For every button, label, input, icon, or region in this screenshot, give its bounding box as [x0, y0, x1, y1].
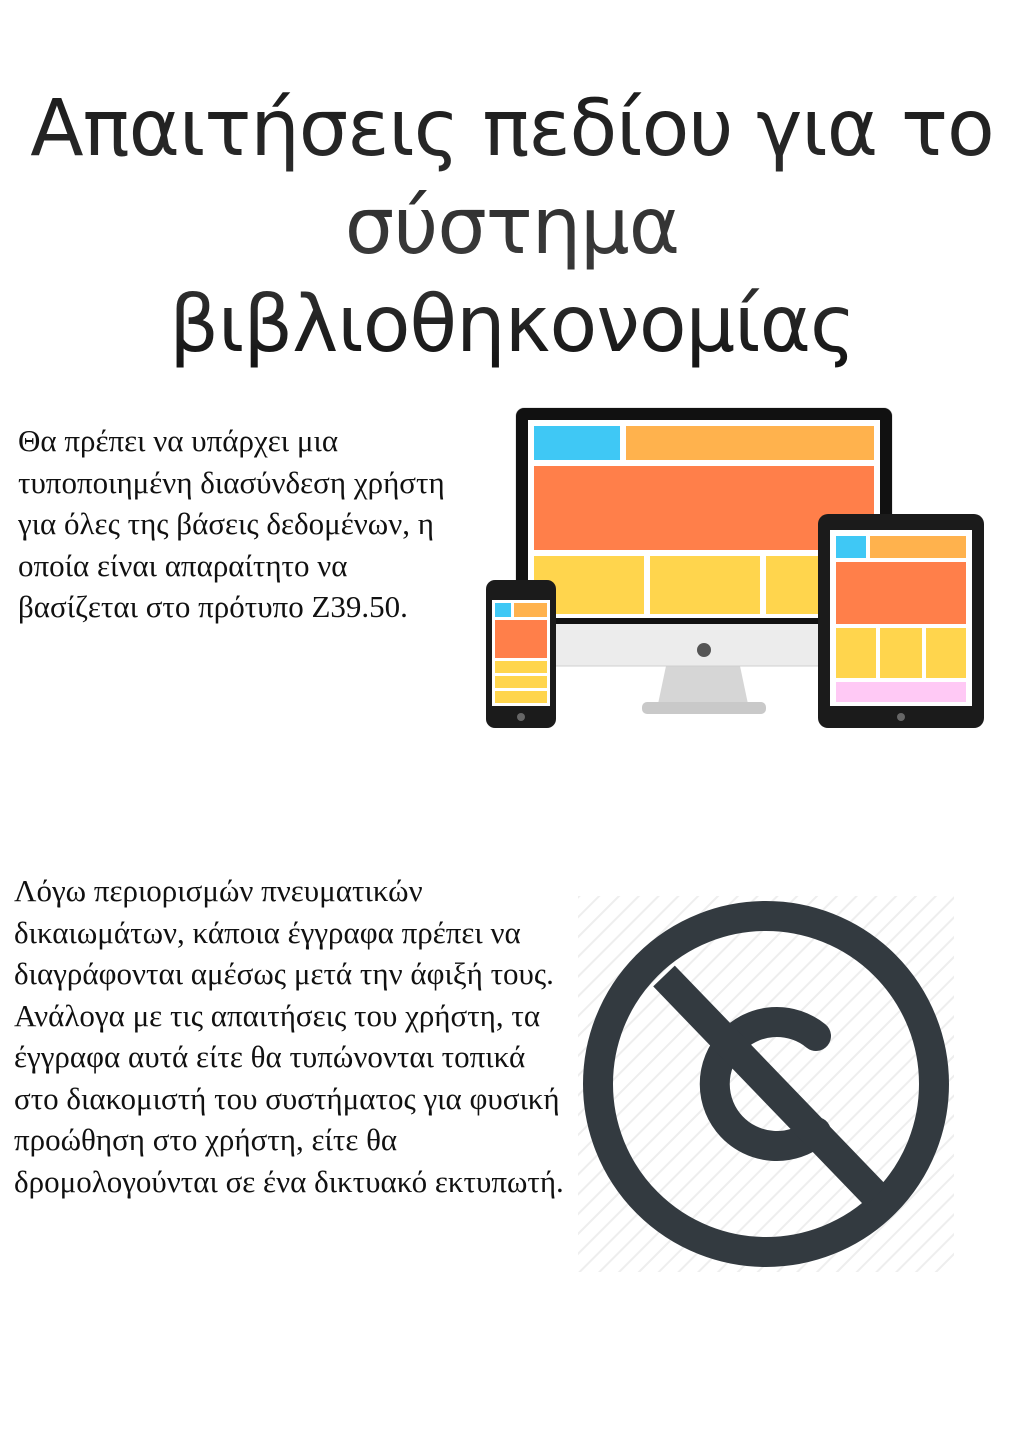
title-line-2: σύστημα βιβλιοθηκονομίας — [169, 182, 855, 370]
tablet-icon — [818, 514, 984, 728]
requirement-ui-text: Θα πρέπει να υπάρχει μια τυποποιημένη δι… — [18, 423, 445, 624]
no-copyright-icon — [578, 896, 954, 1272]
responsive-devices-icon — [470, 404, 990, 734]
phone-icon — [486, 580, 556, 728]
copyright-requirement-text: Λόγω περιορισμών πνευματικών δικαιωμάτων… — [14, 873, 564, 1199]
monitor-stand — [642, 666, 766, 714]
title-line-1: Απαιτήσεις πεδίου για το — [30, 84, 994, 174]
page-title: Απαιτήσεις πεδίου για το σύστημα βιβλιοθ… — [0, 80, 1024, 374]
